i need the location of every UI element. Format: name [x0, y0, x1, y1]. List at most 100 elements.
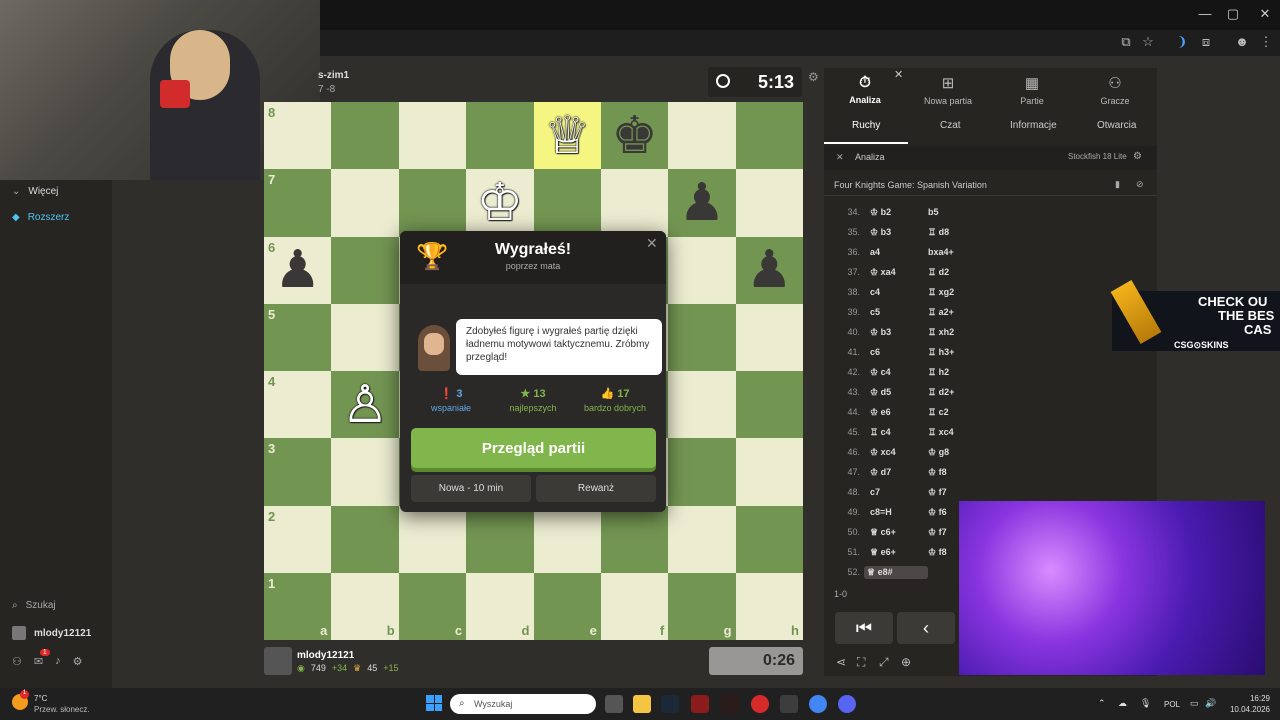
board-square[interactable]: 3: [264, 438, 332, 506]
white-move[interactable]: ♕ e8#: [864, 565, 928, 579]
maximize-icon[interactable]: ▢: [1218, 6, 1248, 22]
board-square[interactable]: [331, 505, 399, 573]
board-square[interactable]: [331, 303, 399, 371]
board-square[interactable]: 7: [264, 169, 332, 237]
expand-icon[interactable]: ⤢: [879, 655, 889, 670]
board-square[interactable]: [735, 438, 803, 506]
board-square[interactable]: [466, 102, 534, 170]
chevron-up-icon[interactable]: ⌃: [1098, 698, 1106, 709]
board-square[interactable]: [668, 505, 736, 573]
board-square[interactable]: c: [398, 572, 467, 640]
subtab-openings[interactable]: Otwarcia: [1097, 120, 1136, 131]
board-square[interactable]: [668, 102, 736, 170]
subtab-moves[interactable]: Ruchy: [852, 120, 880, 131]
discord-icon[interactable]: [838, 695, 856, 713]
board-square[interactable]: 8: [264, 102, 332, 170]
mail-icon[interactable]: ✉ 1: [34, 649, 50, 668]
white-move[interactable]: c8=H: [864, 507, 928, 517]
black-move[interactable]: ♖ xg2: [928, 287, 1028, 298]
opera-icon[interactable]: [751, 695, 769, 713]
gear-icon[interactable]: ⚙: [73, 655, 83, 668]
black-move[interactable]: ♔ f7: [928, 487, 1028, 498]
black-move[interactable]: b5: [928, 207, 1028, 217]
subtab-chat[interactable]: Czat: [940, 120, 961, 131]
windows-start-icon[interactable]: [426, 695, 442, 711]
microphone-icon[interactable]: 🎙: [1140, 698, 1151, 709]
game-review-button[interactable]: Przegląd partii: [411, 428, 656, 468]
black-move[interactable]: ♖ xc4: [928, 427, 1028, 438]
board-square[interactable]: h: [735, 572, 803, 640]
white-move[interactable]: ♖ c4: [864, 427, 928, 438]
app-shield-icon[interactable]: [691, 695, 709, 713]
black-move[interactable]: bxa4+: [928, 247, 1028, 257]
board-square[interactable]: [735, 371, 803, 439]
board-square[interactable]: [668, 236, 736, 304]
white-move[interactable]: c4: [864, 287, 928, 297]
chess-piece[interactable]: ♙: [331, 371, 398, 438]
chess-piece[interactable]: ♕: [534, 102, 601, 169]
tab-new-game[interactable]: ⊞ Nowa partia: [907, 74, 989, 106]
board-square[interactable]: [600, 505, 669, 573]
taskbar-search-input[interactable]: Wyszukaj: [450, 694, 596, 714]
board-square[interactable]: 5: [264, 303, 332, 371]
black-move[interactable]: ♔ g8: [928, 447, 1028, 458]
prev-move-button[interactable]: ‹: [897, 612, 955, 644]
opponent-name[interactable]: s-zim1: [318, 70, 349, 81]
chrome-icon[interactable]: [809, 695, 827, 713]
white-move[interactable]: ♕ e6+: [864, 547, 928, 558]
white-move[interactable]: ♔ d5: [864, 387, 928, 398]
board-square[interactable]: 4: [264, 371, 332, 439]
board-square[interactable]: [533, 505, 601, 573]
board-square[interactable]: [331, 438, 399, 506]
white-move[interactable]: ♔ b3: [864, 227, 928, 238]
system-date[interactable]: 10.04.2026: [1222, 705, 1270, 714]
board-square[interactable]: [398, 169, 467, 237]
black-move[interactable]: ♖ xh2: [928, 327, 1028, 338]
tab-games[interactable]: ▦ Partie: [991, 74, 1073, 106]
board-square[interactable]: [398, 102, 467, 170]
board-square[interactable]: ♚: [600, 102, 669, 170]
new-game-button[interactable]: Nowa - 10 min: [411, 475, 531, 502]
menu-kebab-icon[interactable]: ⋮: [1256, 34, 1276, 50]
white-move[interactable]: a4: [864, 247, 928, 257]
extension-icon[interactable]: ❩: [1172, 34, 1192, 50]
black-move[interactable]: ♖ a2+: [928, 307, 1028, 318]
board-square[interactable]: [668, 438, 736, 506]
board-square[interactable]: ♕: [533, 102, 601, 170]
black-move[interactable]: ♔ f8: [928, 467, 1028, 478]
board-square[interactable]: [331, 169, 399, 237]
sidebar-item-more[interactable]: ⌄ Więcej: [12, 186, 58, 197]
board-square[interactable]: 6 ♟: [264, 236, 332, 304]
file-explorer-icon[interactable]: [633, 695, 651, 713]
black-move[interactable]: ♖ d2+: [928, 387, 1028, 398]
board-square[interactable]: [533, 169, 601, 237]
black-move[interactable]: ♖ h3+: [928, 347, 1028, 358]
white-move[interactable]: ♔ d7: [864, 467, 928, 478]
white-move[interactable]: c5: [864, 307, 928, 317]
friends-icon[interactable]: ⚇: [12, 655, 22, 668]
zoom-icon[interactable]: ⊕: [901, 655, 911, 669]
white-move[interactable]: ♔ xa4: [864, 267, 928, 278]
chess-piece[interactable]: ♟: [736, 237, 803, 304]
tab-players[interactable]: ⚇ Gracze: [1074, 74, 1156, 106]
board-square[interactable]: [331, 102, 399, 170]
chess-piece[interactable]: ♟: [668, 169, 735, 236]
white-move[interactable]: ♔ b3: [864, 327, 928, 338]
block-icon[interactable]: ⊘: [1136, 179, 1144, 190]
board-square[interactable]: ♙: [331, 371, 399, 439]
steam-icon[interactable]: [661, 695, 679, 713]
white-move[interactable]: ♔ c4: [864, 367, 928, 378]
black-move[interactable]: ♖ c2: [928, 407, 1028, 418]
share-icon[interactable]: ⋖: [836, 655, 846, 669]
cast-icon[interactable]: ⧉: [1116, 34, 1136, 50]
first-move-button[interactable]: ⏮: [835, 612, 893, 644]
board-square[interactable]: [668, 371, 736, 439]
subtab-info[interactable]: Informacje: [1010, 120, 1057, 131]
profile-icon[interactable]: ☻: [1232, 34, 1252, 49]
monitor-icon[interactable]: ▭: [1190, 698, 1199, 709]
board-square[interactable]: e: [533, 572, 601, 640]
analysis-label[interactable]: Analiza: [855, 152, 885, 162]
white-move[interactable]: ♕ c6+: [864, 527, 928, 538]
extensions-puzzle-icon[interactable]: ⧈: [1196, 34, 1216, 50]
volume-icon[interactable]: 🔊: [1205, 698, 1216, 709]
